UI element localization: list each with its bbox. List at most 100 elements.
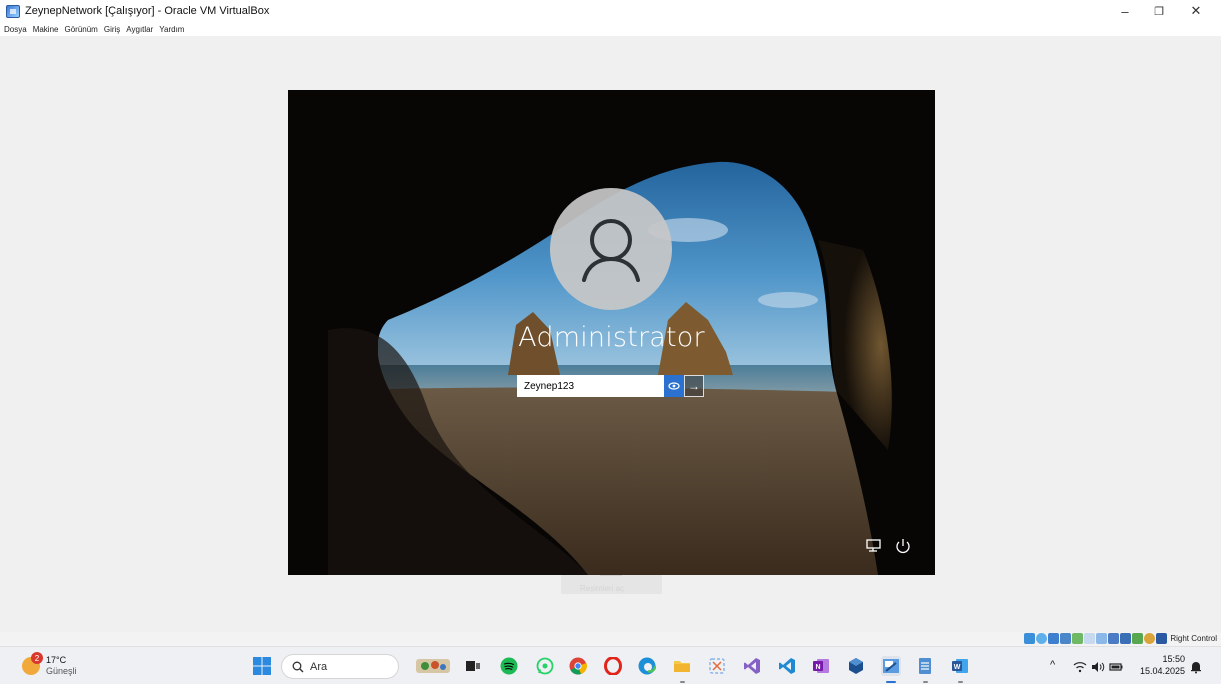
unlock-hint: Resimleri aç [580,584,625,593]
widgets-icon [416,659,450,673]
spotify-icon [500,657,518,675]
optical-drive-icon[interactable] [1036,633,1048,644]
user-silhouette-icon [582,219,640,282]
power-button[interactable] [892,536,914,556]
show-hidden-icons-button[interactable]: ^ [1050,659,1055,671]
sun-icon: 2 [22,652,43,675]
word-button[interactable]: W [950,656,970,676]
explorer-open-indicator [680,681,685,683]
svg-text:N: N [815,664,820,671]
notepad-open-indicator [923,681,928,683]
menu-gorunum[interactable]: Görünüm [64,25,97,34]
menu-dosya[interactable]: Dosya [4,25,27,34]
power-icon [896,539,910,554]
vm-active-indicator [886,681,896,683]
widgets-button[interactable] [414,656,452,676]
keyboard-capture-icon[interactable] [1156,633,1168,644]
display-icon[interactable] [1096,633,1108,644]
start-icon [253,657,271,675]
file-explorer-button[interactable] [672,656,692,676]
battery-button[interactable] [1106,657,1126,677]
system-clock[interactable]: 15:50 15.04.2025 [1135,653,1185,677]
onenote-icon: N [813,659,829,673]
audio-icon[interactable] [1048,633,1060,644]
volume-icon [1092,662,1105,672]
search-icon [292,661,304,672]
edge-button[interactable] [637,656,657,676]
vbox-status-bar: Right Control [1024,632,1217,645]
opera-icon [604,657,622,675]
task-view-icon [466,661,480,671]
taskbar-search[interactable]: Ara [281,654,399,679]
notifications-button[interactable] [1186,657,1206,677]
virtualbox-manager-icon [883,659,899,673]
taskbar: 2 17°C Güneşli Ara N W ^ 15:50 15.04.202… [0,646,1221,684]
volume-button[interactable] [1088,657,1108,677]
notepad-button[interactable] [915,656,935,676]
recording-icon[interactable] [1108,633,1120,644]
virtualbox-icon [849,658,863,674]
password-field-group: → [517,375,704,397]
submit-button[interactable]: → [684,375,704,397]
harddisk-icon[interactable] [1024,633,1036,644]
visual-studio-button[interactable] [742,656,762,676]
menu-giris[interactable]: Giriş [104,25,120,34]
mouse-integration-icon[interactable] [1144,633,1156,644]
wifi-button[interactable] [1070,657,1090,677]
usb-icon[interactable] [1072,633,1084,644]
spotify-button[interactable] [499,656,519,676]
notepad-icon [919,658,931,674]
close-button[interactable]: ✕ [1178,0,1214,22]
host-key-label: Right Control [1170,634,1217,643]
task-view-button[interactable] [463,656,483,676]
user-avatar [550,188,672,310]
menu-aygitlar[interactable]: Aygıtlar [126,25,153,34]
opera-button[interactable] [603,656,623,676]
snipping-icon [709,658,725,674]
bell-icon [1191,662,1201,674]
menu-makine[interactable]: Makine [33,25,59,34]
svg-text:W: W [954,664,961,671]
eye-icon [668,382,680,390]
chrome-button[interactable] [568,656,588,676]
minimize-button[interactable]: – [1107,0,1143,22]
search-placeholder: Ara [310,660,328,673]
virtualbox-app-icon [6,4,20,18]
network-icon [866,539,881,552]
window-titlebar: ZeynepNetwork [Çalışıyor] - Oracle VM Vi… [0,0,1221,22]
menu-bar: Dosya Makine Görünüm Giriş Aygıtlar Yard… [0,22,1221,36]
word-icon: W [952,659,968,673]
virtualbox-taskbar-button[interactable] [846,656,866,676]
reveal-password-button[interactable] [664,375,684,397]
network-adapter-icon[interactable] [1060,633,1072,644]
weather-temperature: 17°C [46,655,67,665]
start-button[interactable] [252,656,272,676]
snipping-tool-button[interactable] [707,656,727,676]
weather-widget[interactable]: 2 17°C Güneşli [22,652,77,677]
file-explorer-icon [674,661,690,672]
window-title: ZeynepNetwork [Çalışıyor] - Oracle VM Vi… [25,5,270,17]
word-open-indicator [958,681,963,683]
vscode-button[interactable] [777,656,797,676]
chrome-icon [569,657,587,675]
virtualbox-vm-button[interactable] [881,656,901,676]
vm-screen[interactable]: Administrator → [288,90,935,575]
clock-date: 15.04.2025 [1139,666,1185,676]
vscode-icon [779,658,795,674]
vm-state-icon[interactable] [1132,633,1144,644]
onenote-button[interactable]: N [811,656,831,676]
edge-icon [638,657,656,675]
network-button[interactable] [863,536,885,556]
battery-icon [1109,663,1123,671]
login-username: Administrator [518,322,705,353]
shared-folders-icon[interactable] [1084,633,1096,644]
notification-badge: 2 [31,652,43,664]
whatsapp-button[interactable] [535,656,555,676]
menu-yardim[interactable]: Yardım [159,25,184,34]
wifi-icon [1073,662,1087,673]
clock-time: 15:50 [1162,654,1185,664]
restore-button[interactable]: ❐ [1141,0,1177,22]
password-input[interactable] [517,375,664,397]
visual-studio-icon [744,658,760,674]
vm-cpu-icon[interactable] [1120,633,1132,644]
